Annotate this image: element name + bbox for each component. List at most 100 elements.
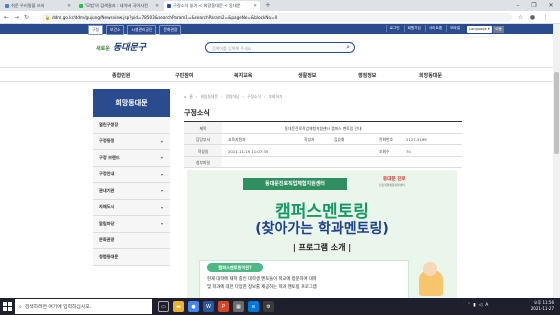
sidebar-item[interactable]: 관내기관 ▾ — [93, 183, 170, 200]
top-button-gucheong[interactable]: 구청 — [88, 25, 103, 35]
gnb-item-admin[interactable]: 행정정보 — [358, 72, 376, 79]
sidebar-item-label: 열린구청장 — [99, 121, 119, 127]
powerpoint-icon[interactable]: P — [218, 301, 229, 312]
scrollbar-thumb[interactable] — [554, 72, 559, 154]
sidebar-item-label: 구정 브랜드 — [99, 154, 120, 160]
logo-small-text: 새로운 — [96, 46, 110, 52]
breadcrumb-item: 조회하기 — [268, 94, 283, 99]
login-link[interactable]: 로그인 — [385, 25, 403, 32]
top-button-culture[interactable]: 문화관광 — [159, 25, 182, 35]
page-scrollbar[interactable] — [553, 24, 560, 298]
language-select[interactable]: Language ▾ — [467, 25, 492, 33]
taskbar-search-input[interactable]: 검색하려면 여기에 입력하십시오. — [25, 303, 91, 310]
sidebar-item[interactable]: 구정 브랜드 ▾ — [93, 150, 170, 167]
chevron-up-icon[interactable]: ˄ — [468, 303, 470, 308]
gnb-item-living[interactable]: 생활정보 — [298, 72, 316, 79]
tab-favicon-icon — [79, 4, 83, 8]
chrome-icon[interactable]: ● — [188, 301, 199, 312]
sidebar-item-label: 관내기관 — [99, 187, 115, 193]
site-logo[interactable]: 새로운 동대문구 — [96, 40, 146, 53]
home-icon[interactable]: ⌂ — [184, 94, 186, 100]
gnb-item-welfare[interactable]: 복지교육 — [234, 72, 252, 79]
subject-value: 동대문진로직업체험지원센터 캠퍼스 멘토링 안내 — [284, 125, 362, 131]
back-icon[interactable]: ← — [2, 13, 11, 22]
breadcrumb-item[interactable]: 구정소식 — [247, 94, 261, 100]
browser-tab-3[interactable]: 구정소식 읽기 < 희망동대문 < 동대문 ✕ — [164, 1, 260, 11]
forward-icon[interactable]: → — [12, 13, 21, 22]
clock[interactable]: 오후 11:56 2021-11-27 — [531, 300, 554, 312]
chevron-down-icon: ▾ — [160, 138, 163, 144]
sidebar-item[interactable]: 열린구청장 — [93, 117, 170, 134]
site-search-box[interactable]: 검색어를 입력해 주세요 ⌕ — [205, 42, 355, 53]
search-icon[interactable]: ⌕ — [346, 43, 350, 52]
maximize-icon[interactable]: ❐ — [526, 0, 542, 11]
poster-illustration-head — [423, 262, 437, 276]
chevron-down-icon: ▾ — [160, 204, 163, 210]
network-icon[interactable]: ▮ — [473, 303, 475, 308]
sidebar-item[interactable]: 청렴동대문 — [93, 249, 170, 266]
poster-text-line: 및 학과에 대한 다양한 정보를 제공하는 학과 멘토링 프로그램 — [207, 285, 317, 290]
logo-main-text: 동대문구 — [112, 43, 147, 53]
dept-label: 담당부서 — [184, 133, 222, 144]
taskbar-search[interactable]: ⌕ 검색하려면 여기에 입력하십시오. — [15, 299, 152, 314]
edge-icon[interactable]: e — [248, 301, 259, 312]
chevron-down-icon: ▾ — [160, 155, 163, 161]
task-view-icon[interactable]: ▭ — [158, 301, 169, 312]
url-field[interactable]: 🔒 ddm.go.kr/ddm/gujung/Newsview.jsp?pid=… — [42, 13, 512, 22]
tab-favicon-icon — [167, 4, 171, 8]
file-explorer-icon[interactable]: ▬ — [173, 301, 184, 312]
app-icon[interactable]: ▦ — [233, 301, 244, 312]
breadcrumb-item[interactable]: 알림마당 — [225, 94, 239, 100]
breadcrumb-item[interactable]: 희망동대문 — [200, 94, 217, 100]
sidebar-item[interactable]: 문화관광 — [93, 232, 170, 249]
tab-close-icon[interactable]: ✕ — [155, 4, 159, 9]
search-input[interactable]: 검색어를 입력해 주세요 — [212, 46, 251, 52]
chevron-down-icon: ▾ — [160, 221, 163, 227]
gnb-item-hope[interactable]: 희망동대문 — [419, 72, 442, 79]
top-button-facility[interactable]: 시설관리공단 — [127, 25, 157, 35]
star-icon[interactable]: ☆ — [516, 13, 525, 22]
views-value: 70 — [406, 148, 411, 154]
volume-icon[interactable]: ◁ — [479, 303, 482, 308]
sidebar-item-label: 문화관광 — [99, 237, 115, 243]
gnb-item-civil[interactable]: 종합민원 — [112, 72, 130, 79]
windows-start-icon[interactable] — [3, 302, 12, 311]
word-icon[interactable]: W — [203, 301, 214, 312]
system-tray: ˄ ▮ ◁ A — [468, 303, 488, 308]
sidebar-item[interactable]: 구정안내 ▾ — [93, 166, 170, 183]
sitemap-link[interactable]: 사이트맵 — [424, 25, 445, 32]
table-row: 첨부파일 — [184, 156, 462, 168]
writer-label: 작성자 — [304, 137, 315, 142]
url-text: ddm.go.kr/ddm/gujung/Newsview.jsp?pid=78… — [51, 15, 278, 20]
tab-favicon-icon — [5, 4, 9, 8]
tab-title: '모범'의 검색결과 : 네이버 국어사전 — [85, 3, 148, 8]
new-tab-button[interactable]: + — [265, 1, 271, 9]
settings-icon[interactable]: ⚙ — [263, 301, 274, 312]
browser-tab-2[interactable]: '모범'의 검색결과 : 네이버 국어사전 ✕ — [76, 1, 162, 11]
close-window-icon[interactable]: ✕ — [543, 0, 559, 11]
menu-icon[interactable]: ⋮ — [541, 13, 550, 22]
sidebar-item[interactable]: 구정동정 ▾ — [93, 133, 170, 150]
signup-link[interactable]: 회원가입 — [403, 25, 424, 32]
minimize-icon[interactable]: – — [510, 0, 526, 11]
profile-icon[interactable]: ● — [528, 13, 537, 22]
poster-program-title: | 프로그램 소개 | — [292, 243, 352, 252]
poster-center-band: 동대문진로직업체험지원센터 — [243, 178, 347, 190]
ime-indicator[interactable]: A — [485, 303, 488, 308]
sidebar-item[interactable]: 알림마당 ▾ — [93, 216, 170, 233]
reload-icon[interactable]: ↻ — [22, 13, 31, 22]
language-go-button[interactable]: 이동 — [493, 25, 504, 33]
chevron-down-icon: ▾ — [160, 171, 163, 177]
top-button-health[interactable]: 보건소 — [106, 25, 125, 35]
mobile-link[interactable]: 모바일 — [446, 25, 463, 32]
breadcrumb-item[interactable]: 홈 — [189, 94, 193, 100]
tab-close-icon[interactable]: ✕ — [67, 4, 71, 9]
post-info-table: 제목 동대문진로직업체험지원센터 캠퍼스 멘토링 안내 담당부서 교육지원과 작… — [184, 121, 462, 168]
sidebar-item-label: 알림마당 — [99, 220, 115, 226]
table-row: 담당부서 교육지원과 작성자 김승휘 전화번호 2127-5199 — [184, 133, 462, 145]
gnb-item-participation[interactable]: 구민참여 — [175, 72, 193, 79]
tab-close-icon[interactable]: ✕ — [253, 4, 257, 9]
browser-tab-1[interactable]: 쉬운 우리말을 쓰자 ✕ — [2, 1, 74, 11]
table-row: 제목 동대문진로직업체험지원센터 캠퍼스 멘토링 안내 — [184, 122, 462, 134]
sidebar-item[interactable]: 자매도시 ▾ — [93, 199, 170, 216]
